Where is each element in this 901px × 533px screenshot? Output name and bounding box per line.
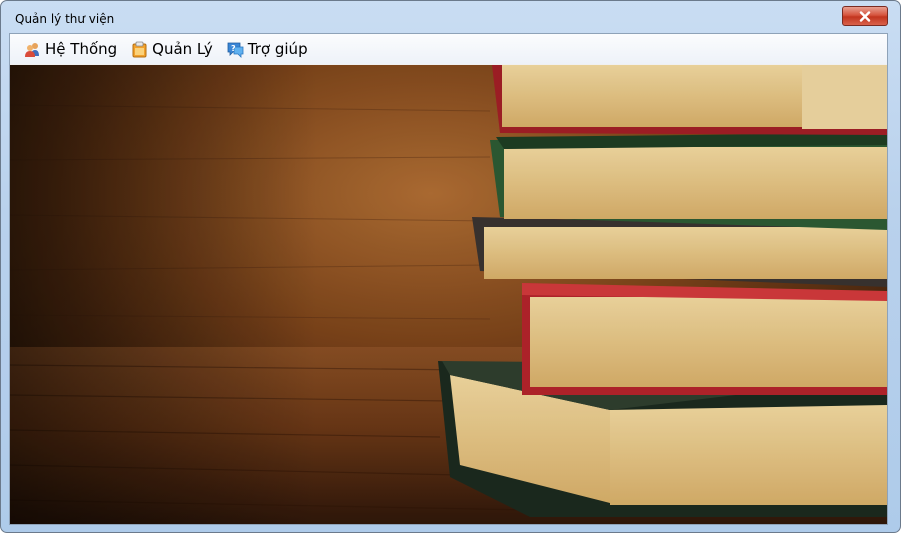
clipboard-icon — [132, 41, 147, 57]
menu-quan-ly-label: Quản Lý — [152, 40, 213, 58]
window-title: Quản lý thư viện — [15, 12, 115, 26]
menu-bar: Hệ Thống Quản Lý ? Trợ giúp — [10, 34, 887, 64]
menu-tro-giup[interactable]: ? Trợ giúp — [221, 36, 316, 62]
users-icon — [25, 42, 39, 57]
svg-text:?: ? — [231, 44, 236, 53]
close-icon — [859, 10, 871, 22]
title-bar[interactable]: Quản lý thư viện — [1, 1, 900, 33]
menu-quan-ly[interactable]: Quản Lý — [125, 36, 221, 62]
close-button[interactable] — [842, 6, 888, 26]
main-panel: Hệ Thống Quản Lý ? Trợ giúp — [9, 33, 888, 525]
app-window: Quản lý thư viện Hệ Thống Quản Lý ? Trợ … — [0, 0, 901, 533]
menu-tro-giup-label: Trợ giúp — [247, 40, 308, 58]
books-photo — [10, 65, 887, 524]
help-chat-icon: ? — [227, 42, 244, 58]
menu-he-thong-label: Hệ Thống — [45, 40, 118, 58]
background-image — [10, 65, 887, 524]
menu-he-thong[interactable]: Hệ Thống — [18, 36, 125, 62]
